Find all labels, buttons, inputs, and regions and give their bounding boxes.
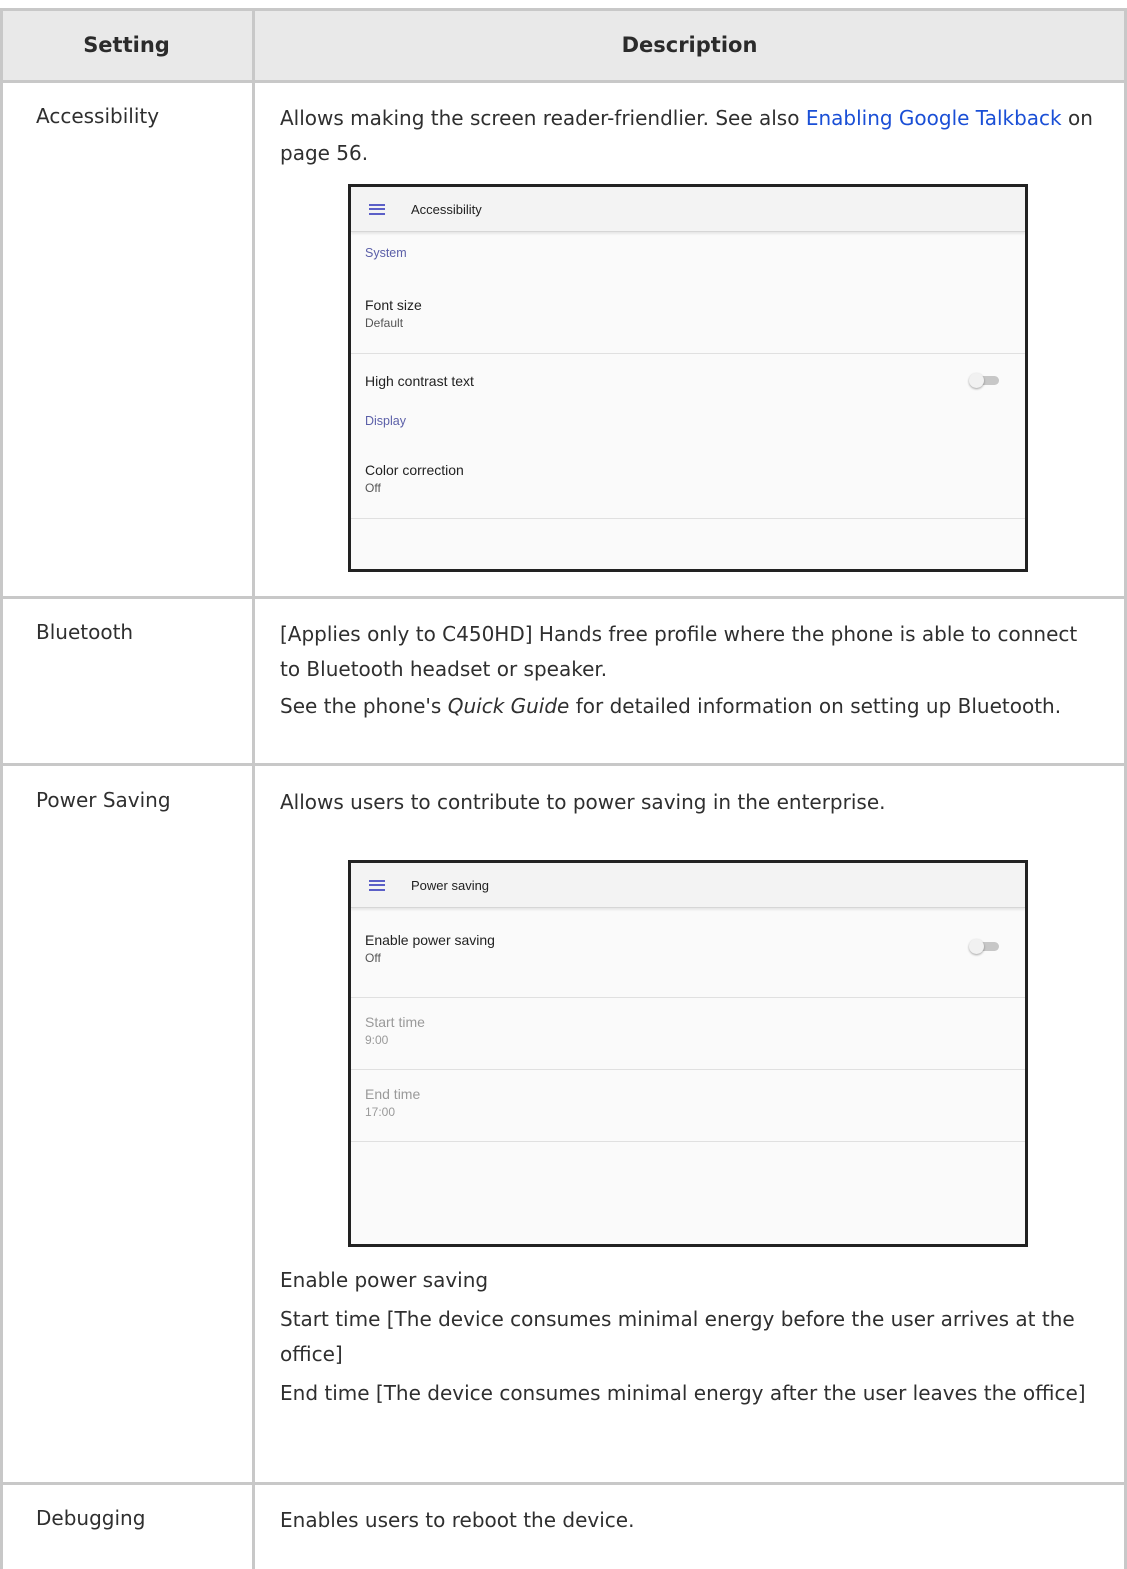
accessibility-screenshot: Accessibility System Font size Default H… bbox=[348, 184, 1028, 572]
start-time-item: Start time 9:00 bbox=[351, 998, 1025, 1070]
row-divider bbox=[0, 763, 1127, 766]
header-description: Description bbox=[621, 33, 758, 57]
power-saving-app-bar: Power saving bbox=[351, 863, 1025, 908]
end-time-title: End time bbox=[365, 1086, 421, 1102]
end-time-item: End time 17:00 bbox=[351, 1070, 1025, 1142]
end-time-note: End time [The device consumes minimal en… bbox=[280, 1381, 1086, 1405]
high-contrast-title: High contrast text bbox=[365, 373, 474, 389]
color-correction-value: Off bbox=[365, 481, 381, 495]
high-contrast-toggle[interactable] bbox=[969, 373, 999, 388]
enable-power-saving-item[interactable]: Enable power saving Off bbox=[351, 908, 1025, 998]
bluetooth-description: [Applies only to C450HD] Hands free prof… bbox=[280, 622, 1078, 681]
hamburger-menu-icon[interactable] bbox=[369, 879, 385, 891]
power-saving-screenshot: Power saving Enable power saving Off Sta… bbox=[348, 860, 1028, 1247]
row-divider bbox=[0, 1482, 1127, 1485]
color-correction-title: Color correction bbox=[365, 462, 464, 478]
setting-power-saving: Power Saving bbox=[36, 788, 171, 812]
setting-debugging: Debugging bbox=[36, 1506, 146, 1530]
row-divider bbox=[0, 596, 1127, 599]
enabling-google-talkback-link[interactable]: Enabling Google Talkback bbox=[806, 106, 1062, 130]
quick-guide-emphasis: Quick Guide bbox=[447, 694, 570, 718]
section-system: System bbox=[365, 246, 407, 260]
bluetooth-note-text: See the phone's bbox=[280, 694, 448, 718]
accessibility-app-bar: Accessibility bbox=[351, 187, 1025, 232]
accessibility-text: Allows making the screen reader-friendli… bbox=[280, 106, 806, 130]
bluetooth-note-text-end: for detailed information on setting up B… bbox=[569, 694, 1062, 718]
section-display: Display bbox=[365, 414, 406, 428]
bluetooth-quick-guide-note: See the phone's Quick Guide for detailed… bbox=[280, 689, 1100, 724]
start-time-note: Start time [The device consumes minimal … bbox=[280, 1307, 1075, 1366]
enable-power-saving-toggle[interactable] bbox=[969, 939, 999, 954]
accessibility-description: Allows making the screen reader-friendli… bbox=[280, 101, 1100, 171]
hamburger-menu-icon[interactable] bbox=[369, 203, 385, 215]
power-saving-description: Allows users to contribute to power savi… bbox=[280, 790, 886, 814]
table-left-border bbox=[0, 9, 3, 1569]
font-size-item[interactable]: Font size Default bbox=[351, 280, 1025, 354]
font-size-value: Default bbox=[365, 316, 404, 330]
power-saving-screen-title: Power saving bbox=[411, 877, 490, 893]
end-time-value: 17:00 bbox=[365, 1105, 396, 1119]
high-contrast-item[interactable]: High contrast text bbox=[351, 354, 1025, 410]
settings-table: Setting Description Accessibility Allows… bbox=[0, 0, 1127, 1569]
header-setting: Setting bbox=[83, 33, 170, 57]
enable-power-saving-title: Enable power saving bbox=[365, 932, 495, 948]
debugging-description: Enables users to reboot the device. bbox=[280, 1508, 635, 1532]
enable-power-saving-value: Off bbox=[365, 951, 381, 965]
start-time-value: 9:00 bbox=[365, 1033, 389, 1047]
font-size-title: Font size bbox=[365, 297, 422, 313]
accessibility-screen-title: Accessibility bbox=[411, 201, 482, 217]
column-divider bbox=[252, 9, 255, 1569]
setting-bluetooth: Bluetooth bbox=[36, 620, 134, 644]
color-correction-item[interactable]: Color correction Off bbox=[351, 446, 1025, 519]
enable-power-saving-note: Enable power saving bbox=[280, 1268, 489, 1292]
start-time-title: Start time bbox=[365, 1014, 425, 1030]
setting-accessibility: Accessibility bbox=[36, 104, 160, 128]
